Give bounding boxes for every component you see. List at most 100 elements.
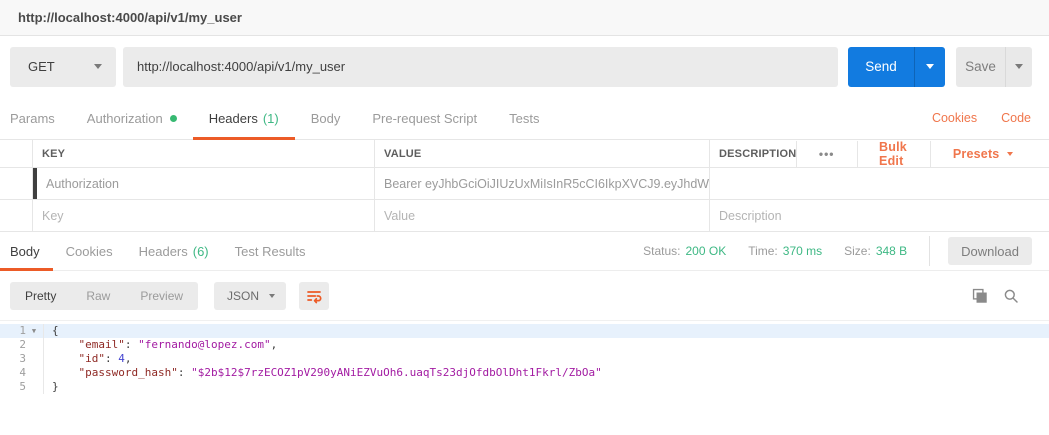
description-placeholder: Description xyxy=(719,208,782,223)
value-column-header: VALUE xyxy=(375,140,710,167)
wrap-lines-icon xyxy=(307,290,322,303)
send-button[interactable]: Send xyxy=(848,46,914,87)
response-format-select[interactable]: JSON xyxy=(214,281,287,310)
send-button-label: Send xyxy=(865,59,897,74)
code-line: 4 "password_hash": "$2b$12$7rzECOZ1pV290… xyxy=(0,366,1049,380)
view-preview-button[interactable]: Preview xyxy=(125,282,198,310)
tab-params-label: Params xyxy=(10,110,55,126)
response-tab-headers[interactable]: Headers (6) xyxy=(126,232,222,270)
response-tab-test-results[interactable]: Test Results xyxy=(222,232,319,270)
response-body-viewer[interactable]: 1 ▼{2 "email": "fernando@lopez.com", 3 "id… xyxy=(0,320,1049,435)
view-raw-button[interactable]: Raw xyxy=(71,282,125,310)
code-line: 3 "id": 4, xyxy=(0,352,1049,366)
description-column-header: DESCRIPTION ••• Bulk Edit Presets xyxy=(710,140,1049,168)
code-line-content: } xyxy=(52,380,59,393)
header-key-text: Authorization xyxy=(46,176,119,191)
code-line-content: "email": "fernando@lopez.com", xyxy=(78,338,278,351)
response-tab-body-label: Body xyxy=(10,243,40,259)
response-toolbar: Pretty Raw Preview JSON xyxy=(0,271,1049,320)
new-header-description-input[interactable]: Description xyxy=(710,200,1049,231)
view-pretty-button[interactable]: Pretty xyxy=(10,282,71,310)
save-options-button[interactable] xyxy=(1005,46,1032,87)
line-number-gutter[interactable]: 1 ▼ xyxy=(0,324,44,338)
more-options-button[interactable]: ••• xyxy=(797,147,857,161)
response-tab-test-results-label: Test Results xyxy=(234,243,306,259)
tab-pre-request-script[interactable]: Pre-request Script xyxy=(356,97,493,139)
authorization-set-dot-icon xyxy=(169,114,177,122)
download-button-label: Download xyxy=(961,243,1019,259)
request-title: http://localhost:4000/api/v1/my_user xyxy=(18,10,242,25)
tab-body-label: Body xyxy=(310,110,341,126)
description-column-label: DESCRIPTION xyxy=(719,147,797,160)
status-meta: Status: 200 OK xyxy=(643,244,726,258)
download-button[interactable]: Download xyxy=(948,237,1032,265)
headers-editor: KEY VALUE DESCRIPTION ••• Bulk Edit Pres… xyxy=(0,140,1049,232)
size-meta: Size: 348 B xyxy=(844,244,907,258)
request-tabs-right-links: Cookies Code xyxy=(932,97,1039,139)
headers-count-badge: (1) xyxy=(262,110,279,126)
http-method-select[interactable]: GET xyxy=(10,46,116,87)
tab-pre-request-script-label: Pre-request Script xyxy=(372,110,478,126)
send-button-group: Send xyxy=(848,46,945,87)
response-header: Body Cookies Headers (6) Test Results St… xyxy=(0,232,1049,271)
header-key-cell[interactable]: Authorization xyxy=(33,168,375,199)
tab-params[interactable]: Params xyxy=(10,97,71,139)
wrap-lines-button[interactable] xyxy=(299,281,330,310)
save-button-group: Save xyxy=(956,46,1032,87)
header-description-cell[interactable] xyxy=(710,168,1049,199)
send-options-button[interactable] xyxy=(914,46,945,87)
time-meta: Time: 370 ms xyxy=(748,244,822,258)
response-tab-headers-label: Headers xyxy=(138,243,188,259)
presets-dropdown[interactable]: Presets xyxy=(931,147,1036,161)
save-button-label: Save xyxy=(965,59,996,74)
code-lines: 1 ▼{2 "email": "fernando@lopez.com", 3 "id… xyxy=(0,324,1049,394)
cookies-link[interactable]: Cookies xyxy=(932,111,977,125)
key-column-header: KEY xyxy=(33,140,375,167)
copy-icon xyxy=(972,288,987,303)
response-tab-cookies[interactable]: Cookies xyxy=(53,232,126,270)
response-view-segmented-control: Pretty Raw Preview xyxy=(10,281,199,310)
header-row-new: Key Value Description xyxy=(0,200,1049,232)
status-label: Status: xyxy=(643,244,681,258)
new-header-value-input[interactable]: Value xyxy=(375,200,710,231)
response-tab-body[interactable]: Body xyxy=(0,232,53,271)
value-placeholder: Value xyxy=(384,208,416,223)
chevron-down-icon xyxy=(94,64,102,69)
line-number-gutter: 2 xyxy=(0,338,44,352)
tab-headers[interactable]: Headers (1) xyxy=(192,97,295,140)
header-value-cell[interactable]: Bearer eyJhbGciOiJIUzUxMiIsInR5cCI6IkpXV… xyxy=(375,168,710,199)
save-button[interactable]: Save xyxy=(956,46,1005,87)
line-number-gutter: 4 xyxy=(0,366,44,380)
bulk-edit-button[interactable]: Bulk Edit xyxy=(857,140,930,168)
row-select-column-header xyxy=(0,140,33,167)
code-line-content: "id": 4, xyxy=(78,352,132,365)
search-icon xyxy=(1004,289,1018,303)
tab-body[interactable]: Body xyxy=(295,97,357,139)
tab-headers-label: Headers xyxy=(208,110,258,126)
size-value: 348 B xyxy=(875,244,908,258)
tab-tests[interactable]: Tests xyxy=(493,97,555,139)
line-number-gutter: 5 xyxy=(0,380,44,394)
response-meta: Status: 200 OK Time: 370 ms Size: 348 B … xyxy=(621,232,1049,270)
response-headers-count-badge: (6) xyxy=(192,243,209,259)
chevron-down-icon xyxy=(1015,64,1023,69)
postman-app: http://localhost:4000/api/v1/my_user GET… xyxy=(0,0,1049,435)
row-select-cell[interactable] xyxy=(0,200,33,231)
headers-table-controls: ••• Bulk Edit Presets xyxy=(796,140,1049,168)
copy-response-button[interactable] xyxy=(971,287,988,304)
http-method-value: GET xyxy=(28,59,55,74)
header-row-authorization: Authorization Bearer eyJhbGciOiJIUzUxMiI… xyxy=(0,168,1049,200)
chevron-down-icon xyxy=(269,293,276,298)
fold-toggle-icon[interactable]: ▼ xyxy=(26,324,42,338)
code-link[interactable]: Code xyxy=(1001,111,1031,125)
new-header-key-input[interactable]: Key xyxy=(33,200,375,231)
code-line: 2 "email": "fernando@lopez.com", xyxy=(0,338,1049,352)
tab-authorization[interactable]: Authorization xyxy=(71,97,193,139)
chevron-down-icon xyxy=(1007,151,1014,156)
status-value: 200 OK xyxy=(685,244,727,258)
headers-table-header: KEY VALUE DESCRIPTION ••• Bulk Edit Pres… xyxy=(0,140,1049,168)
request-url-input[interactable] xyxy=(123,46,838,87)
search-response-button[interactable] xyxy=(1003,288,1019,304)
row-select-cell[interactable] xyxy=(0,168,33,199)
line-number-gutter: 3 xyxy=(0,352,44,366)
